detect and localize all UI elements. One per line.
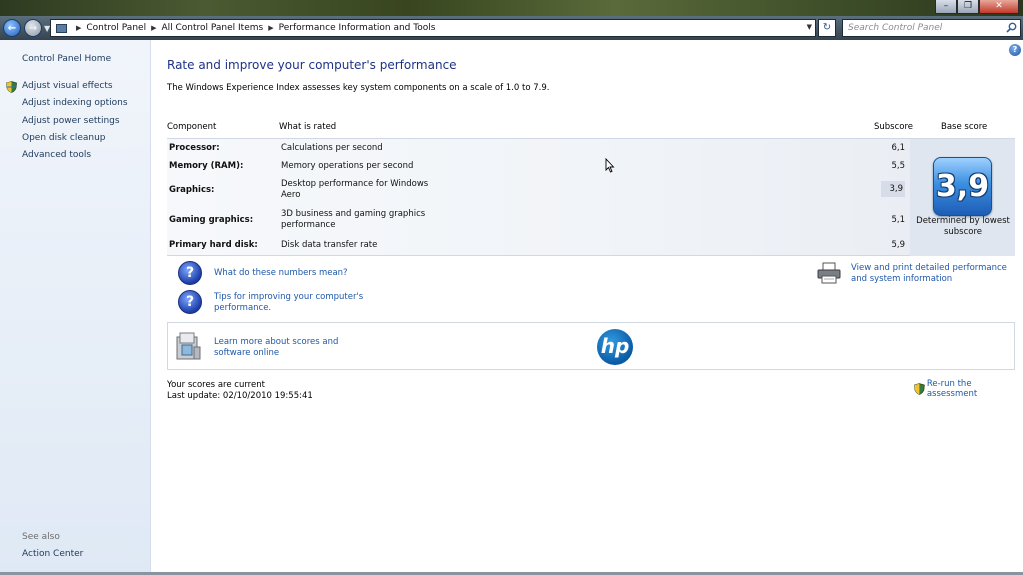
rated-description: Memory operations per second (281, 161, 414, 171)
back-button[interactable]: ← (3, 19, 21, 37)
header-component: Component (167, 122, 217, 132)
tips-improving-link[interactable]: Tips for improving your computer's perfo… (214, 292, 364, 314)
sidebar-item-power[interactable]: Adjust power settings (22, 116, 120, 126)
component-name: Primary hard disk: (169, 240, 258, 250)
subscore-value: 5,1 (891, 215, 905, 225)
navigation-bar: ← → ▼ ▶ Control Panel ▶ All Control Pane… (0, 16, 1023, 40)
shield-icon (914, 383, 925, 395)
table-header: Component What is rated Subscore Base sc… (167, 115, 1015, 139)
shield-icon (6, 81, 17, 93)
see-also-action-center[interactable]: Action Center (22, 549, 83, 559)
subscore-value: 6,1 (891, 143, 905, 153)
search-input[interactable]: Search Control Panel (842, 19, 1021, 37)
chevron-right-icon[interactable]: ▶ (268, 24, 273, 32)
scores-current-text: Your scores are current (167, 380, 265, 390)
base-score-value: 3,9 (935, 169, 990, 204)
component-name: Memory (RAM): (169, 161, 244, 171)
control-panel-icon (56, 23, 67, 33)
page-title: Rate and improve your computer's perform… (167, 58, 457, 72)
component-name: Gaming graphics: (169, 215, 254, 225)
score-table: Component What is rated Subscore Base sc… (167, 115, 1015, 256)
view-print-details-link[interactable]: View and print detailed performance and … (851, 263, 1021, 285)
rerun-assessment-label[interactable]: Re-run the assessment (927, 379, 1023, 399)
help-question-icon[interactable]: ? (178, 290, 202, 314)
breadcrumb-all-items[interactable]: All Control Panel Items (161, 23, 263, 33)
header-base-score: Base score (941, 122, 988, 132)
breadcrumb-control-panel[interactable]: Control Panel (86, 23, 146, 33)
address-bar[interactable]: ▶ Control Panel ▶ All Control Panel Item… (50, 19, 816, 37)
score-status: Your scores are current Last update: 02/… (167, 380, 313, 402)
see-also-heading: See also (22, 532, 60, 542)
chevron-right-icon[interactable]: ▶ (76, 24, 81, 32)
control-panel-home-link[interactable]: Control Panel Home (22, 54, 111, 64)
rated-description: 3D business and gaming graphics performa… (281, 209, 426, 230)
rated-description: Disk data transfer rate (281, 240, 378, 250)
help-icon[interactable]: ? (1009, 44, 1021, 56)
chevron-right-icon[interactable]: ▶ (151, 24, 156, 32)
hp-logo: hp (597, 329, 633, 365)
rated-description: Desktop performance for Windows Aero (281, 179, 429, 200)
title-bar: – ❐ ✕ (0, 0, 1023, 16)
sidebar-item-disk-cleanup[interactable]: Open disk cleanup (22, 133, 106, 143)
rerun-assessment-link[interactable]: Re-run the assessment (914, 379, 1023, 399)
printer-icon[interactable] (816, 262, 842, 284)
forward-button[interactable]: → (24, 19, 42, 37)
left-task-pane: Control Panel Home Adjust visual effects… (0, 40, 151, 575)
sidebar-item-advanced-tools[interactable]: Advanced tools (22, 150, 91, 160)
search-icon[interactable] (1006, 22, 1017, 33)
header-subscore: Subscore (874, 122, 914, 132)
subscore-value: 5,9 (891, 240, 905, 250)
sidebar-item-indexing[interactable]: Adjust indexing options (22, 98, 128, 108)
component-name: Graphics: (169, 185, 215, 195)
restore-button[interactable]: ❐ (957, 0, 979, 14)
window-controls: – ❐ ✕ (935, 0, 1019, 14)
breadcrumb-performance[interactable]: Performance Information and Tools (279, 23, 436, 33)
software-package-icon (176, 332, 201, 360)
refresh-button[interactable]: ↻ (818, 19, 836, 37)
rated-description: Calculations per second (281, 143, 383, 153)
subscore-value: 5,5 (891, 161, 905, 171)
base-score-badge: 3,9 (933, 157, 992, 216)
sidebar-item-visual-effects[interactable]: Adjust visual effects (22, 81, 113, 91)
subscore-value-lowest: 3,9 (881, 181, 905, 197)
close-button[interactable]: ✕ (979, 0, 1019, 14)
minimize-button[interactable]: – (935, 0, 957, 14)
learn-more-scores-link[interactable]: Learn more about scores and software onl… (214, 337, 374, 359)
last-update-text: Last update: 02/10/2010 19:55:41 (167, 391, 313, 401)
base-score-caption: Determined by lowest subscore (916, 216, 1010, 237)
oem-info-box: Learn more about scores and software onl… (167, 322, 1015, 370)
mouse-cursor-icon (605, 158, 615, 173)
header-what-is-rated: What is rated (279, 122, 337, 132)
component-name: Processor: (169, 143, 220, 153)
search-placeholder: Search Control Panel (848, 23, 943, 33)
intro-text: The Windows Experience Index assesses ke… (167, 83, 550, 93)
what-numbers-mean-link[interactable]: What do these numbers mean? (214, 268, 348, 279)
help-question-icon[interactable]: ? (178, 261, 202, 285)
address-dropdown-icon[interactable]: ▼ (807, 23, 812, 31)
